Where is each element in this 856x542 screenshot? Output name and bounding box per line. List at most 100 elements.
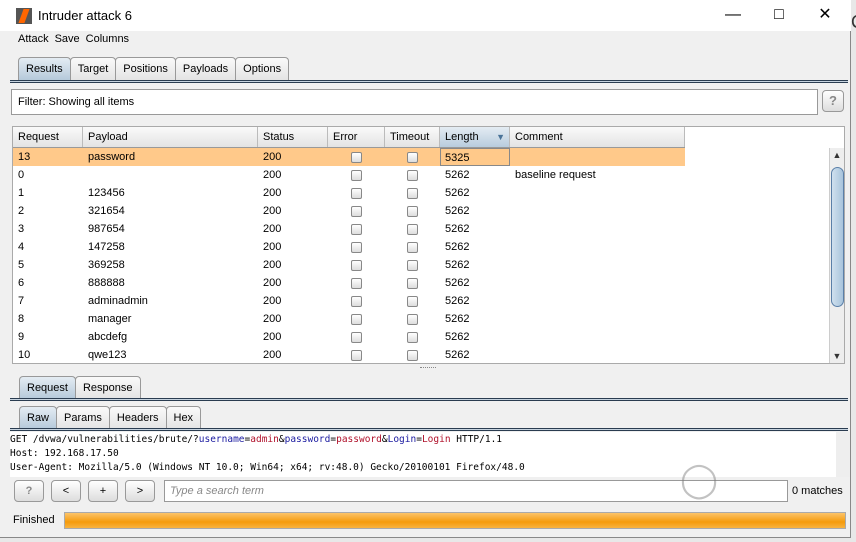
progress-fill [65,513,845,528]
col-length[interactable]: Length ▼ [440,127,510,147]
menu-columns[interactable]: Columns [86,33,129,45]
timeout-checkbox[interactable] [407,169,418,181]
timeout-checkbox[interactable] [407,151,418,163]
error-checkbox[interactable] [351,151,362,163]
tab-raw[interactable]: Raw [19,406,58,429]
cell-error [328,184,385,202]
length-value: 5262 [445,169,470,181]
table-row[interactable]: 1 123456 200 5262 [13,184,685,202]
editor-scrollbar[interactable] [836,432,850,477]
col-status[interactable]: Status [258,127,328,147]
search-prev-button[interactable]: < [51,480,81,502]
table-row[interactable]: 0 200 5262 baseline request [13,166,685,184]
cell-length: 5262 [440,202,510,220]
scroll-down-icon[interactable]: ▼ [830,351,844,361]
timeout-checkbox[interactable] [407,241,418,253]
timeout-checkbox[interactable] [407,205,418,217]
table-row[interactable]: 5 369258 200 5262 [13,256,685,274]
intruder-window: Intruder attack 6 — □ ✕ Attack Save Colu… [0,0,851,538]
error-checkbox[interactable] [351,205,362,217]
error-checkbox[interactable] [351,187,362,199]
length-value: 5262 [445,205,470,217]
error-checkbox[interactable] [351,259,362,271]
col-error[interactable]: Error [328,127,385,147]
error-checkbox[interactable] [351,241,362,253]
col-request[interactable]: Request [13,127,83,147]
timeout-checkbox[interactable] [407,313,418,325]
cell-payload: 987654 [88,223,125,235]
error-checkbox[interactable] [351,169,362,181]
tab-response[interactable]: Response [74,376,141,399]
cell-length: 5262 [440,346,510,363]
table-row[interactable]: 10 qwe123 200 5262 [13,346,685,363]
cell-status: 200 [263,169,282,181]
minimize-button[interactable]: — [710,4,756,26]
table-row[interactable]: 4 147258 200 5262 [13,238,685,256]
col-timeout[interactable]: Timeout [385,127,440,147]
table-row[interactable]: 2 321654 200 5262 [13,202,685,220]
table-row[interactable]: 8 manager 200 5262 [13,310,685,328]
timeout-checkbox[interactable] [407,295,418,307]
search-next-button[interactable]: > [125,480,155,502]
error-checkbox[interactable] [351,277,362,289]
tab-divider [10,428,848,431]
timeout-checkbox[interactable] [407,277,418,289]
error-checkbox[interactable] [351,313,362,325]
cell-length: 5262 [440,310,510,328]
tab-divider [10,80,848,83]
timeout-checkbox[interactable] [407,187,418,199]
timeout-checkbox[interactable] [407,331,418,343]
cell-error [328,238,385,256]
help-button[interactable]: ? [822,90,844,112]
table-header: Request Payload Status Error Timeout Len… [13,127,685,148]
search-add-button[interactable]: + [88,480,118,502]
filter-bar[interactable]: Filter: Showing all items [11,89,818,115]
tab-results[interactable]: Results [18,57,71,80]
length-value: 5262 [445,313,470,325]
tab-headers[interactable]: Headers [108,406,167,429]
cell-comment [510,220,685,238]
table-row[interactable]: 6 888888 200 5262 [13,274,685,292]
tab-payloads[interactable]: Payloads [174,57,237,80]
error-checkbox[interactable] [351,223,362,235]
col-payload[interactable]: Payload [83,127,258,147]
search-help-button[interactable]: ? [14,480,44,502]
tab-positions[interactable]: Positions [115,57,176,80]
cell-request: 13 [18,151,31,163]
tab-target[interactable]: Target [69,57,117,80]
tab-hex[interactable]: Hex [165,406,202,429]
close-button[interactable]: ✕ [802,4,848,26]
scroll-thumb[interactable] [831,167,844,307]
cell-payload: abcdefg [88,331,128,343]
search-input[interactable]: Type a search term [164,480,788,502]
timeout-checkbox[interactable] [407,259,418,271]
menu-attack[interactable]: Attack [18,33,49,45]
cell-request: 4 [18,241,25,253]
table-row[interactable]: 7 adminadmin 200 5262 [13,292,685,310]
tab-request[interactable]: Request [19,376,76,399]
table-row[interactable]: 13 password 200 5325 [13,148,685,166]
tab-params[interactable]: Params [56,406,110,429]
cell-comment [510,274,685,292]
cell-request: 8 [18,313,25,325]
cell-request: 3 [18,223,25,235]
cell-comment [510,148,685,166]
table-row[interactable]: 9 abcdefg 200 5262 [13,328,685,346]
raw-request-editor[interactable]: GET /dvwa/vulnerabilities/brute/?usernam… [10,432,836,477]
cell-error [328,202,385,220]
timeout-checkbox[interactable] [407,349,418,361]
scroll-up-icon[interactable]: ▲ [830,150,844,160]
timeout-checkbox[interactable] [407,223,418,235]
error-checkbox[interactable] [351,295,362,307]
col-length-label: Length [445,131,479,143]
error-checkbox[interactable] [351,349,362,361]
menu-save[interactable]: Save [55,33,80,45]
table-row[interactable]: 3 987654 200 5262 [13,220,685,238]
tab-options[interactable]: Options [235,57,290,80]
col-comment[interactable]: Comment [510,127,685,147]
error-checkbox[interactable] [351,331,362,343]
table-scrollbar[interactable]: ▲ ▼ [829,148,844,363]
cell-request: 1 [18,187,25,199]
maximize-button[interactable]: □ [756,4,802,26]
split-handle[interactable] [420,367,436,370]
